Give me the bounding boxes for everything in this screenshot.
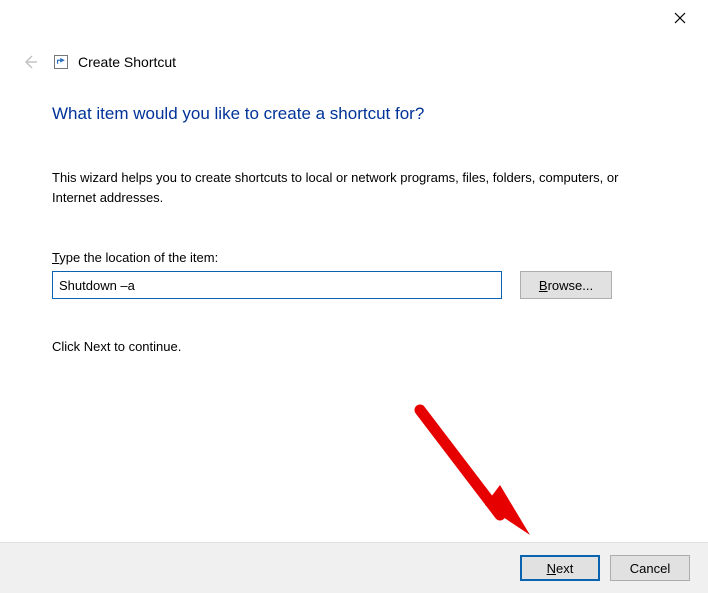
annotation-arrow [415, 405, 535, 545]
wizard-title: Create Shortcut [78, 54, 176, 70]
location-label: Type the location of the item: [52, 250, 656, 265]
wizard-header: Create Shortcut [20, 48, 688, 76]
wizard-content: What item would you like to create a sho… [52, 104, 656, 354]
location-row: Browse... [52, 271, 656, 299]
cancel-button[interactable]: Cancel [610, 555, 690, 581]
back-button[interactable] [20, 52, 40, 72]
wizard-footer: Next Cancel [0, 542, 708, 593]
next-button[interactable]: Next [520, 555, 600, 581]
location-input[interactable] [52, 271, 502, 299]
close-button[interactable] [670, 8, 690, 28]
close-icon [674, 12, 686, 24]
back-arrow-icon [22, 54, 38, 70]
shortcut-icon [54, 55, 68, 69]
continue-text: Click Next to continue. [52, 339, 656, 354]
page-heading: What item would you like to create a sho… [52, 104, 656, 124]
description-text: This wizard helps you to create shortcut… [52, 168, 656, 208]
titlebar [0, 0, 708, 32]
browse-button[interactable]: Browse... [520, 271, 612, 299]
